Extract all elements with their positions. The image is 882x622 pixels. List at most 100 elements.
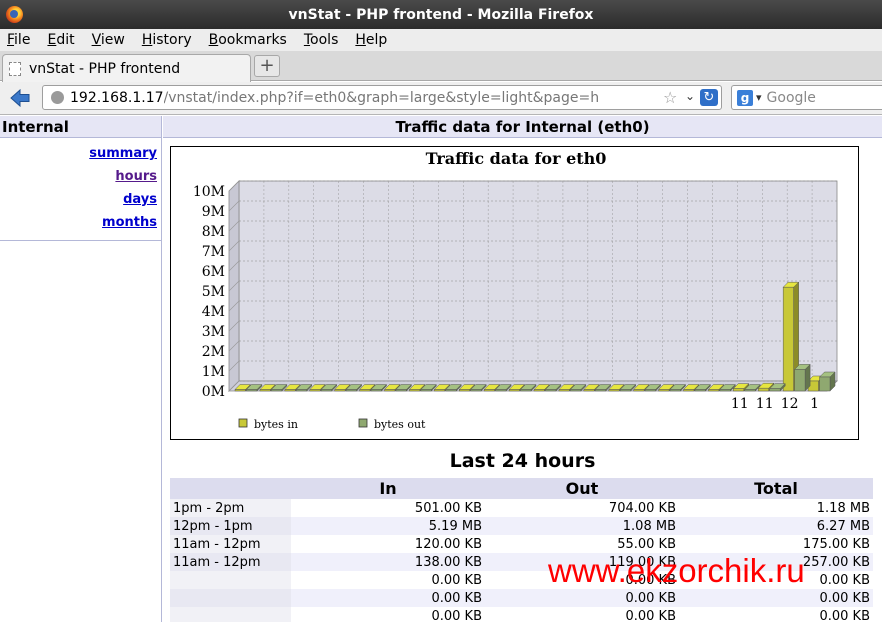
page-icon (9, 61, 21, 76)
bar (683, 389, 695, 392)
bar (359, 389, 371, 392)
bar (271, 389, 283, 392)
bar (794, 369, 806, 392)
bar (508, 389, 520, 392)
section-title: Last 24 hours (449, 450, 596, 472)
row-in: 0.00 KB (291, 607, 485, 622)
header-total: Total (679, 478, 873, 499)
y-tick-label: 7M (202, 244, 225, 260)
bar (719, 389, 731, 392)
y-tick-label: 6M (202, 264, 225, 280)
y-tick-label: 9M (202, 204, 225, 220)
bar (633, 389, 645, 392)
tab-title: vnStat - PHP frontend (29, 60, 181, 77)
google-icon[interactable]: g (737, 89, 753, 106)
x-tick-label: 1 (810, 396, 819, 412)
bar (259, 389, 271, 392)
bar (409, 389, 421, 392)
row-label: 11am - 12pm (170, 553, 291, 571)
firefox-logo-icon (6, 6, 23, 23)
row-label: 11am - 12pm (170, 535, 291, 553)
row-total: 1.18 MB (679, 499, 873, 517)
y-tick-label: 3M (202, 324, 225, 340)
header-label (170, 478, 291, 499)
bar (334, 389, 346, 392)
y-tick-label: 8M (202, 224, 225, 240)
row-in: 501.00 KB (291, 499, 485, 517)
navigation-toolbar: 192.168.1.17/vnstat/index.php?if=eth0&gr… (0, 82, 882, 115)
row-in: 120.00 KB (291, 535, 485, 553)
row-out: 55.00 KB (485, 535, 679, 553)
traffic-table: In Out Total 1pm - 2pm 501.00 KB 704.00 KB… (170, 478, 873, 622)
bar (284, 389, 296, 392)
row-label (170, 571, 291, 589)
x-tick-label: 11 (756, 396, 774, 412)
legend-label: bytes in (254, 418, 298, 431)
row-total: 175.00 KB (679, 535, 873, 553)
traffic-graph: 10M 9M 8M 7M 6M 5M 4M 3M 2M 1M 0M 11 11 12 1 bytes in… (170, 146, 859, 440)
bar (619, 389, 631, 392)
bar (708, 389, 720, 392)
row-out: 0.00 KB (485, 607, 679, 622)
search-box[interactable]: g ▾ Google (731, 85, 882, 110)
menu-history[interactable]: History (140, 32, 194, 48)
nav-link-hours[interactable]: hours (0, 165, 157, 188)
bar (434, 389, 446, 392)
bar (495, 389, 507, 392)
menu-edit[interactable]: Edit (45, 32, 76, 48)
nav-link-days[interactable]: days (0, 188, 157, 211)
bookmark-star-icon[interactable]: ☆ (663, 88, 677, 107)
table-row: 0.00 KB 0.00 KB 0.00 KB (170, 589, 873, 607)
plus-icon: + (259, 55, 275, 76)
bar (520, 389, 532, 392)
main-panel: Traffic data for Internal (eth0) 1 0M 9M 8M… (163, 116, 882, 622)
search-input[interactable]: Google (767, 90, 816, 106)
new-tab-button[interactable]: + (254, 55, 280, 77)
bar (694, 389, 706, 392)
menu-tools[interactable]: Tools (302, 32, 341, 48)
x-tick-label: 12 (781, 396, 799, 412)
y-tick-label: 2M (202, 344, 225, 360)
main-title: Traffic data for Internal (eth0) (163, 116, 882, 138)
bar (608, 389, 620, 392)
menu-file[interactable]: File (5, 32, 32, 48)
bar (420, 389, 432, 392)
menu-view[interactable]: View (90, 32, 127, 48)
bar (445, 389, 457, 392)
menu-help[interactable]: Help (353, 32, 389, 48)
bar (545, 389, 557, 392)
watermark-text: www.ekzorchik.ru (548, 552, 805, 589)
bar (296, 389, 308, 392)
nav-link-months[interactable]: months (0, 211, 157, 234)
window-titlebar: vnStat - PHP frontend - Mozilla Firefox (0, 0, 882, 29)
menubar: File Edit View History Bookmarks Tools H… (0, 29, 882, 51)
legend-swatch (358, 418, 368, 428)
reload-icon[interactable]: ↻ (700, 89, 718, 106)
bar (769, 388, 781, 392)
menu-bookmarks[interactable]: Bookmarks (207, 32, 289, 48)
table-row: 11am - 12pm 120.00 KB 55.00 KB 175.00 KB (170, 535, 873, 553)
globe-icon (51, 91, 64, 104)
row-in: 0.00 KB (291, 589, 485, 607)
table-row: 12pm - 1pm 5.19 MB 1.08 MB 6.27 MB (170, 517, 873, 535)
address-bar[interactable]: 192.168.1.17/vnstat/index.php?if=eth0&gr… (42, 85, 722, 110)
bar (819, 376, 831, 392)
bar (309, 389, 321, 392)
y-tick-label: 0M (202, 384, 225, 400)
row-out: 0.00 KB (485, 589, 679, 607)
search-engine-dropdown-icon[interactable]: ▾ (756, 91, 762, 104)
bar (758, 387, 769, 392)
bar (470, 389, 482, 392)
chevron-down-icon[interactable]: ⌄ (685, 89, 695, 103)
row-label (170, 607, 291, 622)
chart-title: Traffic data for eth0 (426, 149, 607, 168)
row-label: 12pm - 1pm (170, 517, 291, 535)
nav-link-summary[interactable]: summary (0, 142, 157, 165)
tab-vnstat[interactable]: vnStat - PHP frontend (2, 54, 251, 82)
tab-strip: vnStat - PHP frontend (0, 51, 882, 82)
row-total: 0.00 KB (679, 607, 873, 622)
legend-label: bytes out (374, 418, 426, 431)
back-button[interactable] (8, 87, 32, 109)
table-row: 0.00 KB 0.00 KB 0.00 KB (170, 607, 873, 622)
row-out: 704.00 KB (485, 499, 679, 517)
